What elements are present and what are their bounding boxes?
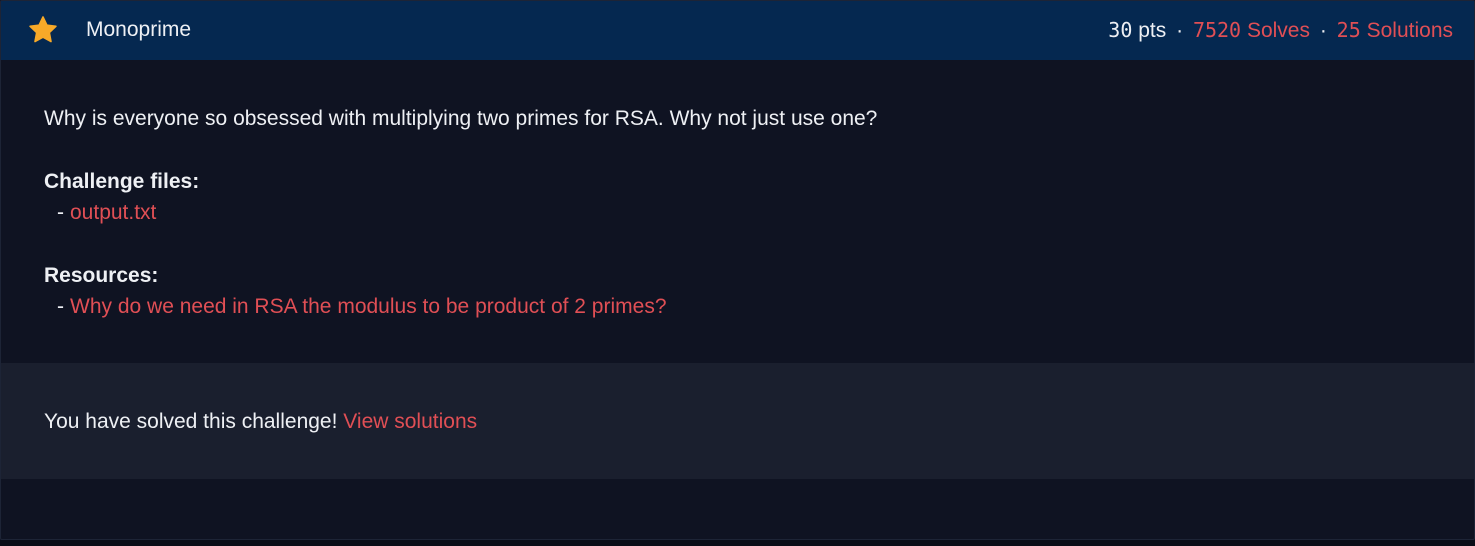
- solved-message: You have solved this challenge!: [44, 410, 338, 433]
- solutions-link[interactable]: 25 Solutions: [1336, 18, 1453, 42]
- resource-link[interactable]: Why do we need in RSA the modulus to be …: [70, 295, 667, 318]
- challenge-card: Monoprime 30 pts · 7520 Solves · 25 Solu…: [0, 0, 1475, 540]
- points-value: 30: [1108, 18, 1133, 42]
- challenge-title[interactable]: Monoprime: [86, 17, 191, 43]
- solutions-label: Solutions: [1366, 19, 1453, 42]
- solves-link[interactable]: 7520 Solves: [1192, 18, 1310, 42]
- stats-separator: ·: [1176, 19, 1184, 42]
- resources-heading: Resources:: [44, 264, 159, 287]
- solves-label: Solves: [1246, 19, 1310, 42]
- list-dash: -: [57, 201, 64, 224]
- stats-separator: ·: [1319, 19, 1327, 42]
- view-solutions-link[interactable]: View solutions: [343, 410, 477, 433]
- challenge-description: Why is everyone so obsessed with multipl…: [44, 107, 878, 130]
- solved-message-line: You have solved this challenge! View sol…: [44, 409, 477, 435]
- challenge-body: Why is everyone so obsessed with multipl…: [1, 61, 1474, 363]
- challenge-stats: 30 pts · 7520 Solves · 25 Solutions: [1108, 17, 1453, 44]
- file-item: - output.txt: [57, 200, 156, 226]
- star-icon[interactable]: [27, 14, 59, 46]
- list-dash: -: [57, 295, 64, 318]
- solutions-count: 25: [1336, 18, 1361, 42]
- solved-status-panel: You have solved this challenge! View sol…: [1, 363, 1474, 479]
- points-unit: pts: [1138, 19, 1167, 42]
- file-link-output[interactable]: output.txt: [70, 201, 156, 224]
- resource-item: - Why do we need in RSA the modulus to be…: [57, 294, 667, 320]
- solves-count: 7520: [1192, 18, 1242, 42]
- challenge-header[interactable]: Monoprime 30 pts · 7520 Solves · 25 Solu…: [1, 1, 1474, 60]
- files-heading: Challenge files:: [44, 170, 200, 193]
- page-bottom-edge: [0, 540, 1475, 546]
